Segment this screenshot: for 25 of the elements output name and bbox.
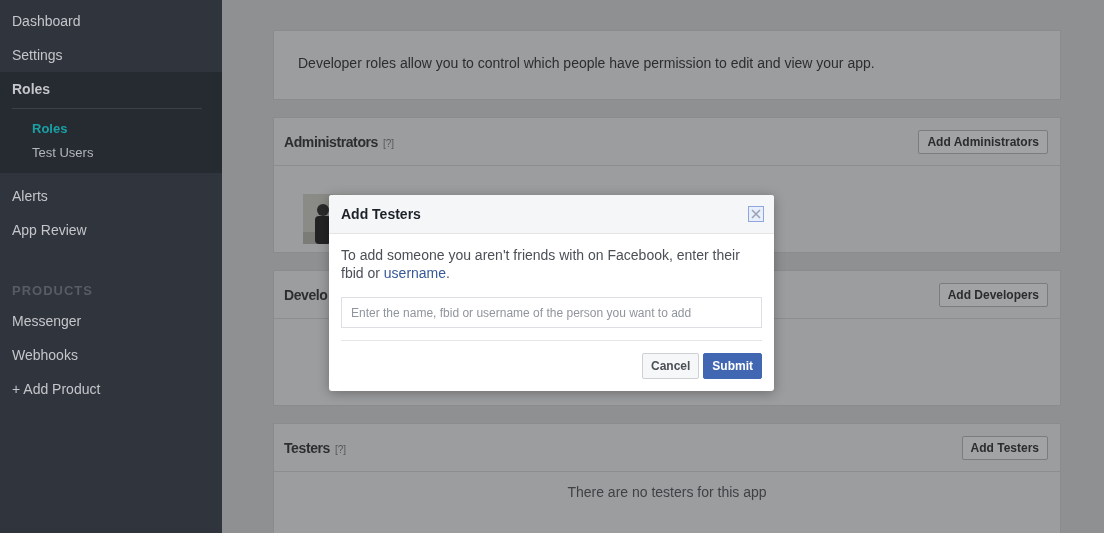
sidebar-item[interactable]: Messenger <box>0 304 222 338</box>
intro-text: Developer roles allow you to control which people have permission to edit and view your app. <box>297 54 876 73</box>
sidebar-item[interactable]: Dashboard <box>0 4 222 38</box>
cancel-button[interactable]: Cancel <box>641 353 700 379</box>
card-title: Testers <box>284 439 330 456</box>
person-input[interactable]: Enter the name, fbid or username of the person you want to add <box>341 297 762 328</box>
dialog-text: To add someone you aren't friends with on Facebook, enter their fbid or username. <box>340 246 741 282</box>
add-button[interactable]: Add Testers <box>961 435 1048 460</box>
card-title: Develo <box>284 286 328 303</box>
empty-message: There are no testers for this app <box>566 484 768 500</box>
sidebar-item[interactable]: Alerts <box>0 179 222 213</box>
sidebar-item[interactable]: App Review <box>0 213 222 247</box>
sidebar-item[interactable]: Webhooks <box>0 338 222 372</box>
submit-button[interactable]: Submit <box>703 353 762 379</box>
username-link[interactable]: username <box>383 265 447 281</box>
sidebar-item[interactable]: Settings <box>0 38 222 72</box>
sidebar-subitem[interactable]: Test Users <box>0 141 222 165</box>
add-button[interactable]: Add Administrators <box>918 129 1048 154</box>
close-button[interactable] <box>748 206 764 222</box>
sidebar-item[interactable]: + Add Product <box>0 372 222 406</box>
add-button[interactable]: Add Developers <box>938 282 1048 307</box>
sidebar-subitem[interactable]: Roles <box>0 117 222 141</box>
card-title: Administrators <box>284 133 378 150</box>
dialog-title: Add Testers <box>341 206 421 222</box>
sidebar-item[interactable]: Roles <box>0 72 222 106</box>
